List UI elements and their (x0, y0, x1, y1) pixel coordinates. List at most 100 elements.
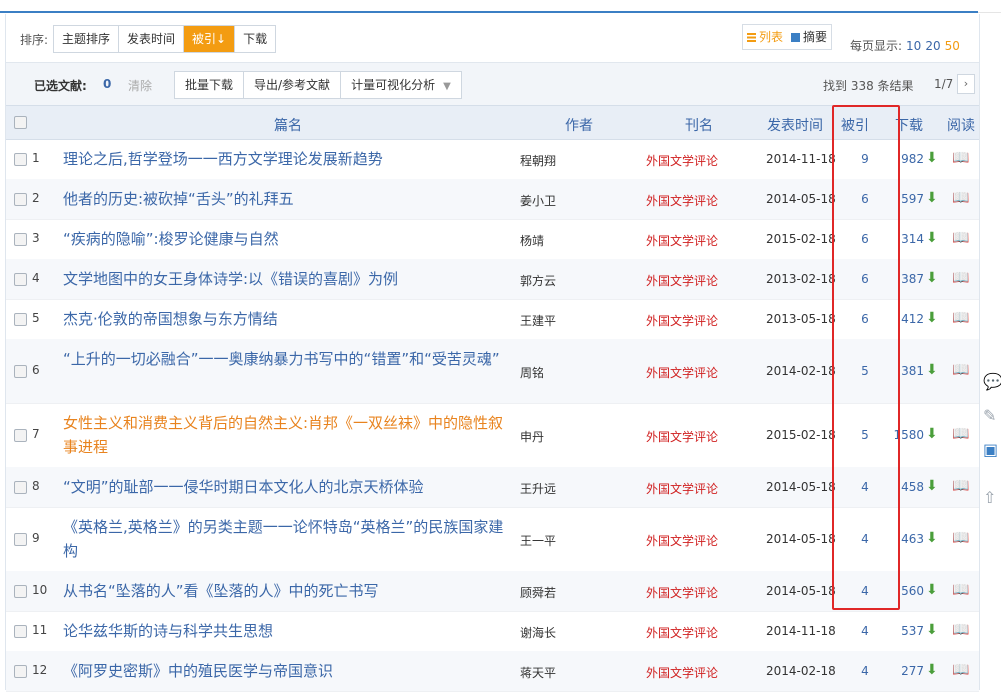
row-checkbox[interactable] (14, 585, 27, 598)
row-checkbox[interactable] (14, 233, 27, 246)
journal-link[interactable]: 外国文学评论 (646, 584, 718, 601)
open-book-icon[interactable]: 📖 (952, 582, 969, 598)
row-checkbox[interactable] (14, 533, 27, 546)
header-date[interactable]: 发表时间 (767, 115, 823, 135)
author-link[interactable]: 申丹 (520, 428, 544, 445)
row-checkbox[interactable] (14, 481, 27, 494)
per-page-10[interactable]: 10 (906, 39, 921, 53)
open-book-icon[interactable]: 📖 (952, 426, 969, 442)
author-link[interactable]: 郭方云 (520, 272, 556, 289)
citation-count[interactable]: 4 (842, 584, 888, 598)
citation-count[interactable]: 4 (842, 480, 888, 494)
download-arrow-icon[interactable]: ⬇ (926, 478, 938, 494)
download-arrow-icon[interactable]: ⬇ (926, 362, 938, 378)
article-title-link[interactable]: 《阿罗史密斯》中的殖民医学与帝国意识 (63, 659, 515, 683)
journal-link[interactable]: 外国文学评论 (646, 312, 718, 329)
author-link[interactable]: 王一平 (520, 532, 556, 549)
sort-by-download-button[interactable]: 下载 (235, 26, 276, 52)
article-title-link[interactable]: 理论之后,哲学登场一一西方文学理论发展新趋势 (63, 147, 515, 171)
article-title-link[interactable]: 《英格兰,英格兰》的另类主题一一论怀特岛“英格兰”的民族国家建构 (63, 515, 515, 563)
author-link[interactable]: 姜小卫 (520, 192, 556, 209)
journal-link[interactable]: 外国文学评论 (646, 152, 718, 169)
download-arrow-icon[interactable]: ⬇ (926, 530, 938, 546)
journal-link[interactable]: 外国文学评论 (646, 664, 718, 681)
article-title-link[interactable]: “疾病的隐喻”:梭罗论健康与自然 (63, 227, 515, 251)
download-arrow-icon[interactable]: ⬇ (926, 662, 938, 678)
export-reference-button[interactable]: 导出/参考文献 (244, 72, 342, 98)
journal-link[interactable]: 外国文学评论 (646, 532, 718, 549)
header-journal[interactable]: 刊名 (685, 115, 713, 135)
citation-count[interactable]: 5 (842, 364, 888, 378)
clear-selection-link[interactable]: 清除 (128, 77, 152, 94)
next-page-button[interactable]: › (957, 74, 975, 94)
open-book-icon[interactable]: 📖 (952, 190, 969, 206)
journal-link[interactable]: 外国文学评论 (646, 272, 718, 289)
author-link[interactable]: 蒋天平 (520, 664, 556, 681)
header-citation[interactable]: 被引 (841, 115, 869, 135)
author-link[interactable]: 谢海长 (520, 624, 556, 641)
download-arrow-icon[interactable]: ⬇ (926, 622, 938, 638)
citation-count[interactable]: 4 (842, 624, 888, 638)
open-book-icon[interactable]: 📖 (952, 310, 969, 326)
row-checkbox[interactable] (14, 665, 27, 678)
citation-count[interactable]: 9 (842, 152, 888, 166)
journal-link[interactable]: 外国文学评论 (646, 624, 718, 641)
open-book-icon[interactable]: 📖 (952, 230, 969, 246)
citation-count[interactable]: 6 (842, 232, 888, 246)
citation-count[interactable]: 6 (842, 272, 888, 286)
author-link[interactable]: 王升远 (520, 480, 556, 497)
header-download[interactable]: 下载 (895, 115, 923, 135)
journal-link[interactable]: 外国文学评论 (646, 192, 718, 209)
article-title-link[interactable]: 论华兹华斯的诗与科学共生思想 (63, 619, 515, 643)
row-checkbox[interactable] (14, 429, 27, 442)
download-arrow-icon[interactable]: ⬇ (926, 150, 938, 166)
author-link[interactable]: 杨靖 (520, 232, 544, 249)
citation-count[interactable]: 6 (842, 192, 888, 206)
list-view-button[interactable]: 列表 (743, 25, 788, 49)
download-arrow-icon[interactable]: ⬇ (926, 582, 938, 598)
open-book-icon[interactable]: 📖 (952, 662, 969, 678)
citation-count[interactable]: 6 (842, 312, 888, 326)
row-checkbox[interactable] (14, 193, 27, 206)
open-book-icon[interactable]: 📖 (952, 530, 969, 546)
article-title-link[interactable]: 他者的历史:被砍掉“舌头”的礼拜五 (63, 187, 515, 211)
journal-link[interactable]: 外国文学评论 (646, 428, 718, 445)
note-icon[interactable]: ▣ (983, 440, 1001, 462)
author-link[interactable]: 周铭 (520, 364, 544, 381)
visual-analysis-dropdown[interactable]: 计量可视化分析 ▼ (341, 72, 461, 98)
download-arrow-icon[interactable]: ⬇ (926, 426, 938, 442)
row-checkbox[interactable] (14, 625, 27, 638)
abstract-view-button[interactable]: 摘要 (787, 25, 831, 49)
sort-by-citation-button[interactable]: 被引↓ (184, 26, 236, 52)
open-book-icon[interactable]: 📖 (952, 362, 969, 378)
author-link[interactable]: 程朝翔 (520, 152, 556, 169)
article-title-link[interactable]: 从书名“坠落的人”看《坠落的人》中的死亡书写 (63, 579, 515, 603)
download-arrow-icon[interactable]: ⬇ (926, 310, 938, 326)
edit-pen-icon[interactable]: ✎ (983, 406, 1001, 428)
row-checkbox[interactable] (14, 365, 27, 378)
download-arrow-icon[interactable]: ⬇ (926, 270, 938, 286)
open-book-icon[interactable]: 📖 (952, 150, 969, 166)
journal-link[interactable]: 外国文学评论 (646, 480, 718, 497)
citation-count[interactable]: 5 (842, 428, 888, 442)
sort-by-topic-button[interactable]: 主题排序 (54, 26, 120, 52)
citation-count[interactable]: 4 (842, 532, 888, 546)
article-title-link[interactable]: “上升的一切必融合”一一奥康纳暴力书写中的“错置”和“受苦灵魂” (63, 347, 515, 371)
download-arrow-icon[interactable]: ⬇ (926, 230, 938, 246)
back-to-top-icon[interactable]: ⇧ (983, 488, 1001, 510)
article-title-link[interactable]: 女性主义和消费主义背后的自然主义:肖邦《一双丝袜》中的隐性叙事进程 (63, 411, 515, 459)
article-title-link[interactable]: 杰克·伦敦的帝国想象与东方情结 (63, 307, 515, 331)
author-link[interactable]: 王建平 (520, 312, 556, 329)
open-book-icon[interactable]: 📖 (952, 622, 969, 638)
row-checkbox[interactable] (14, 153, 27, 166)
article-title-link[interactable]: “文明”的耻部一一侵华时期日本文化人的北京天桥体验 (63, 475, 515, 499)
download-arrow-icon[interactable]: ⬇ (926, 190, 938, 206)
select-all-checkbox[interactable] (14, 116, 27, 129)
sort-by-date-button[interactable]: 发表时间 (119, 26, 185, 52)
comment-icon[interactable]: 💬 (983, 372, 1001, 394)
batch-download-button[interactable]: 批量下载 (175, 72, 245, 98)
header-title[interactable]: 篇名 (274, 115, 302, 135)
open-book-icon[interactable]: 📖 (952, 478, 969, 494)
per-page-50[interactable]: 50 (945, 39, 960, 53)
article-title-link[interactable]: 文学地图中的女王身体诗学:以《错误的喜剧》为例 (63, 267, 515, 291)
